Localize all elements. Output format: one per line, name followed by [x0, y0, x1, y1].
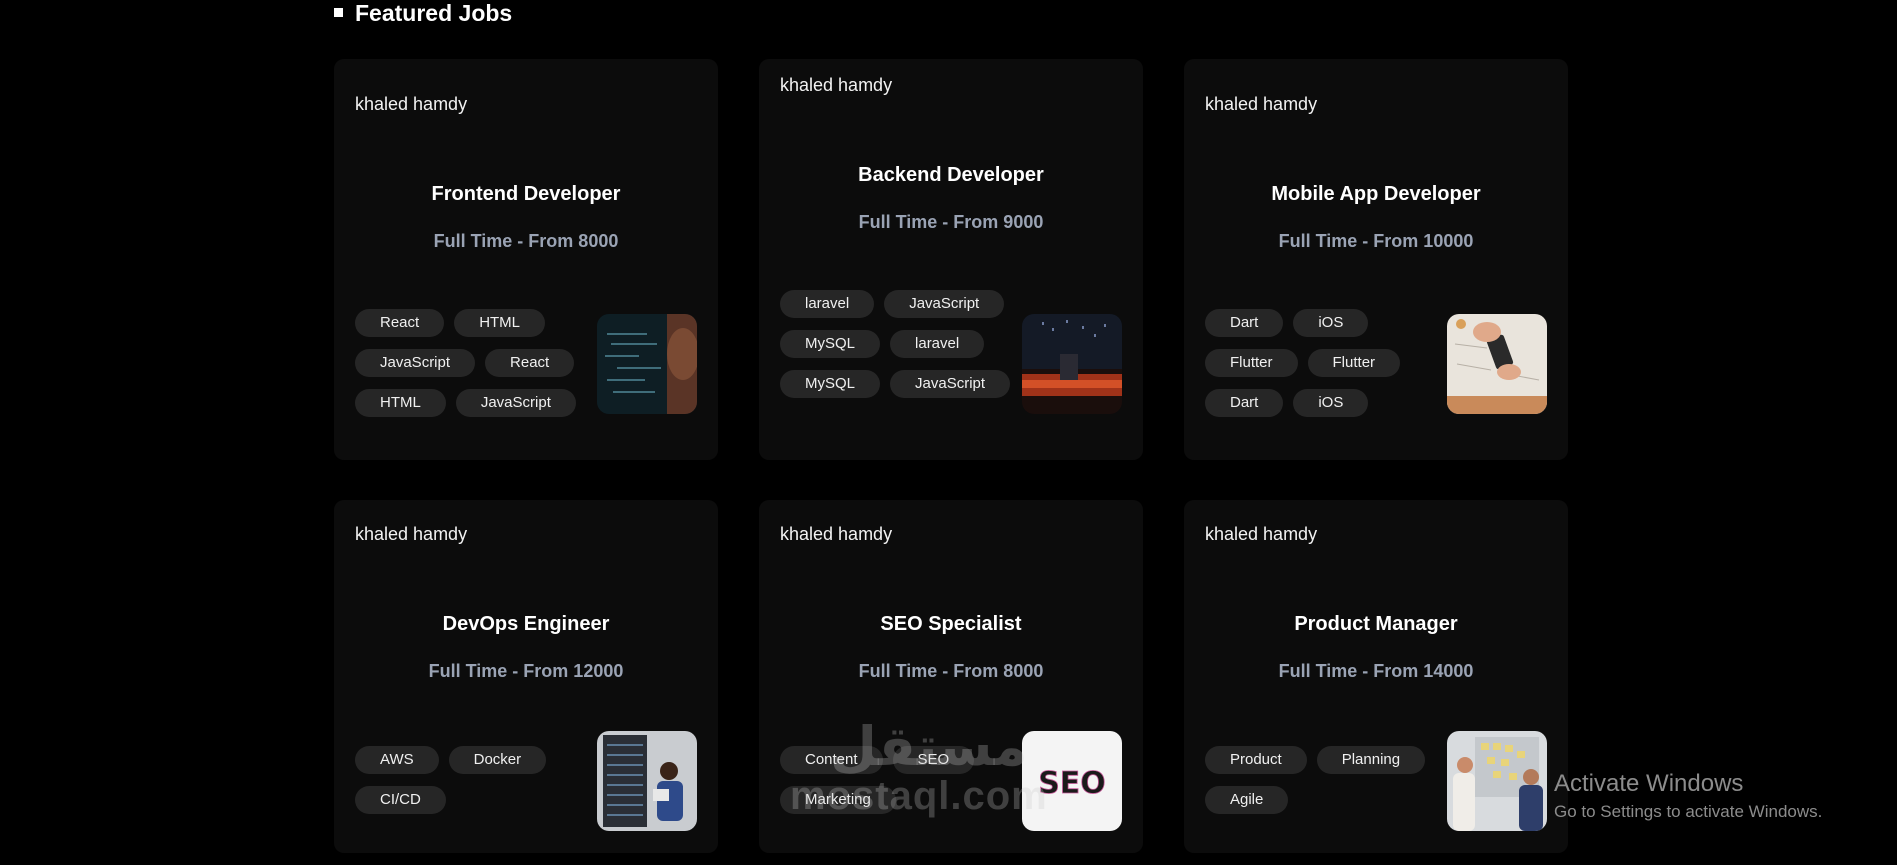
job-title[interactable]: Frontend Developer: [334, 183, 718, 206]
tag-list: AWS Docker CI/CD: [355, 746, 595, 814]
job-card[interactable]: khaled hamdy SEO Specialist Full Time - …: [759, 500, 1143, 853]
activation-title: Activate Windows: [1554, 770, 1744, 797]
tag[interactable]: Flutter: [1307, 349, 1401, 377]
tag[interactable]: JavaScript: [890, 370, 1011, 398]
tag[interactable]: MySQL: [780, 330, 881, 358]
job-title[interactable]: Backend Developer: [759, 164, 1143, 187]
company-name: khaled hamdy: [780, 75, 893, 95]
tag[interactable]: SEO: [892, 746, 975, 774]
tag[interactable]: laravel: [890, 330, 985, 358]
tag[interactable]: JavaScript: [455, 389, 576, 417]
job-meta: Full Time - From 14000: [1278, 661, 1474, 681]
tag-list: laravel JavaScript MySQL laravel MySQL J…: [780, 290, 1020, 398]
job-meta: Full Time - From 10000: [1278, 231, 1474, 251]
tag-list: Content SEO Marketing: [780, 746, 1020, 814]
tag[interactable]: laravel: [780, 290, 875, 318]
seo-image-text: SEO: [1038, 766, 1106, 801]
tag[interactable]: HTML: [454, 309, 546, 337]
company-name: khaled hamdy: [1205, 524, 1318, 544]
team-planning-board-image: [1447, 731, 1547, 831]
tag-list: Dart iOS Flutter Flutter Dart iOS: [1205, 309, 1445, 417]
job-title[interactable]: Mobile App Developer: [1184, 183, 1568, 206]
job-title[interactable]: DevOps Engineer: [334, 613, 718, 636]
windows-activation-notice: Activate Windows Go to Settings to activ…: [1554, 770, 1822, 822]
tag[interactable]: iOS: [1293, 309, 1369, 337]
job-card[interactable]: khaled hamdy Frontend Developer Full Tim…: [334, 59, 718, 460]
tag[interactable]: Agile: [1205, 786, 1289, 814]
tag[interactable]: Marketing: [780, 786, 896, 814]
tag[interactable]: Content: [780, 746, 883, 774]
job-title[interactable]: Product Manager: [1184, 613, 1568, 636]
server-rack-image: [597, 731, 697, 831]
job-meta: Full Time - From 8000: [433, 231, 619, 251]
tag-list: React HTML JavaScript React HTML JavaScr…: [355, 309, 595, 417]
tag[interactable]: React: [355, 309, 445, 337]
job-card[interactable]: khaled hamdy Product Manager Full Time -…: [1184, 500, 1568, 853]
tag[interactable]: Planning: [1316, 746, 1426, 774]
square-bullet-icon: [334, 8, 343, 17]
tag[interactable]: Docker: [448, 746, 547, 774]
company-name: khaled hamdy: [780, 524, 893, 544]
tag[interactable]: CI/CD: [355, 786, 446, 814]
tag[interactable]: MySQL: [780, 370, 881, 398]
tag[interactable]: HTML: [355, 389, 446, 417]
company-name: khaled hamdy: [355, 94, 468, 114]
tag[interactable]: Flutter: [1205, 349, 1298, 377]
job-meta: Full Time - From 8000: [858, 661, 1044, 681]
activation-subtitle: Go to Settings to activate Windows.: [1554, 802, 1823, 821]
tag[interactable]: Dart: [1205, 309, 1284, 337]
developer-screen-image: [597, 314, 697, 414]
job-title[interactable]: SEO Specialist: [759, 613, 1143, 636]
job-card[interactable]: khaled hamdy Backend Developer Full Time…: [759, 59, 1143, 460]
job-meta: Full Time - From 9000: [858, 212, 1044, 232]
tag[interactable]: AWS: [355, 746, 439, 774]
jobs-grid: khaled hamdy Frontend Developer Full Tim…: [334, 59, 1568, 853]
job-card[interactable]: khaled hamdy Mobile App Developer Full T…: [1184, 59, 1568, 460]
tag[interactable]: JavaScript: [884, 290, 1005, 318]
seo-letters-image: SEO: [1022, 731, 1122, 831]
company-name: khaled hamdy: [355, 524, 468, 544]
tag[interactable]: React: [485, 349, 575, 377]
company-name: khaled hamdy: [1205, 94, 1318, 114]
phone-on-desk-image: [1447, 314, 1547, 414]
tag-list: Product Planning Agile: [1205, 746, 1445, 814]
tag[interactable]: Dart: [1205, 389, 1284, 417]
job-card[interactable]: khaled hamdy DevOps Engineer Full Time -…: [334, 500, 718, 853]
job-meta: Full Time - From 12000: [428, 661, 624, 681]
section-heading: Featured Jobs: [334, 0, 512, 27]
tag[interactable]: JavaScript: [355, 349, 476, 377]
tag[interactable]: Product: [1205, 746, 1307, 774]
section-title: Featured Jobs: [355, 0, 513, 26]
night-city-laptop-image: [1022, 314, 1122, 414]
tag[interactable]: iOS: [1293, 389, 1369, 417]
